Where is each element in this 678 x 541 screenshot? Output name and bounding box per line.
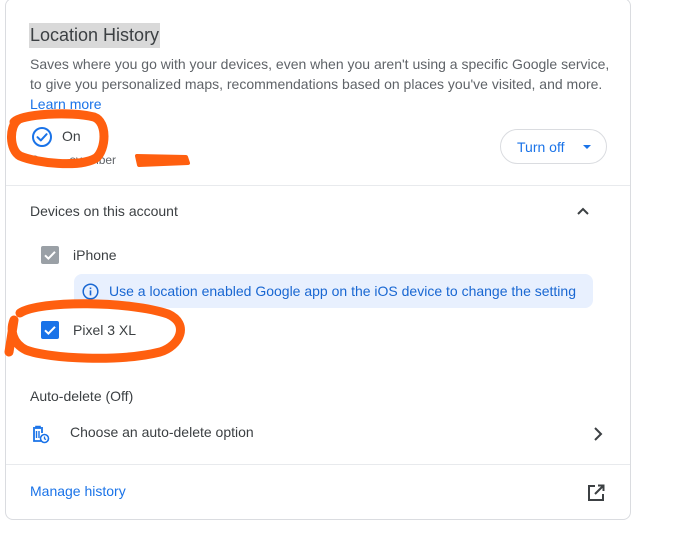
ios-info-banner: Use a location enabled Google app on the… xyxy=(74,274,593,308)
status-date-text: On ovember xyxy=(30,153,117,167)
description-text: Saves where you go with your devices, ev… xyxy=(30,56,610,92)
turn-off-button[interactable]: Turn off xyxy=(500,129,607,164)
trash-clock-icon xyxy=(33,425,50,444)
auto-delete-option-row[interactable]: Choose an auto-delete option xyxy=(6,414,630,454)
chevron-right-icon xyxy=(594,427,603,441)
page-title: Location History xyxy=(29,23,161,48)
status-label: On xyxy=(62,128,81,144)
chevron-up-icon[interactable] xyxy=(574,202,592,220)
info-banner-text: Use a location enabled Google app on the… xyxy=(109,283,576,299)
auto-delete-header: Auto-delete (Off) xyxy=(30,388,134,404)
divider xyxy=(6,464,630,465)
pixel-3-xl-label: Pixel 3 XL xyxy=(73,322,137,338)
pixel-3-xl-checkbox[interactable] xyxy=(41,321,59,339)
check-circle-icon xyxy=(32,127,52,147)
divider xyxy=(6,185,630,186)
caret-down-icon xyxy=(583,145,591,149)
section-description: Saves where you go with your devices, ev… xyxy=(30,54,610,114)
turn-off-label: Turn off xyxy=(517,138,565,155)
iphone-checkbox xyxy=(41,246,59,264)
info-icon xyxy=(82,283,99,300)
learn-more-link[interactable]: Learn more xyxy=(30,96,102,112)
open-in-new-icon[interactable] xyxy=(586,483,606,503)
auto-delete-option-label: Choose an auto-delete option xyxy=(70,424,254,440)
page: Location History Saves where you go with… xyxy=(0,0,678,541)
iphone-label: iPhone xyxy=(73,247,117,263)
checkmark-icon xyxy=(44,326,56,336)
manage-history-link[interactable]: Manage history xyxy=(30,483,126,499)
devices-section-header: Devices on this account xyxy=(30,203,178,219)
checkmark-icon xyxy=(44,251,56,261)
